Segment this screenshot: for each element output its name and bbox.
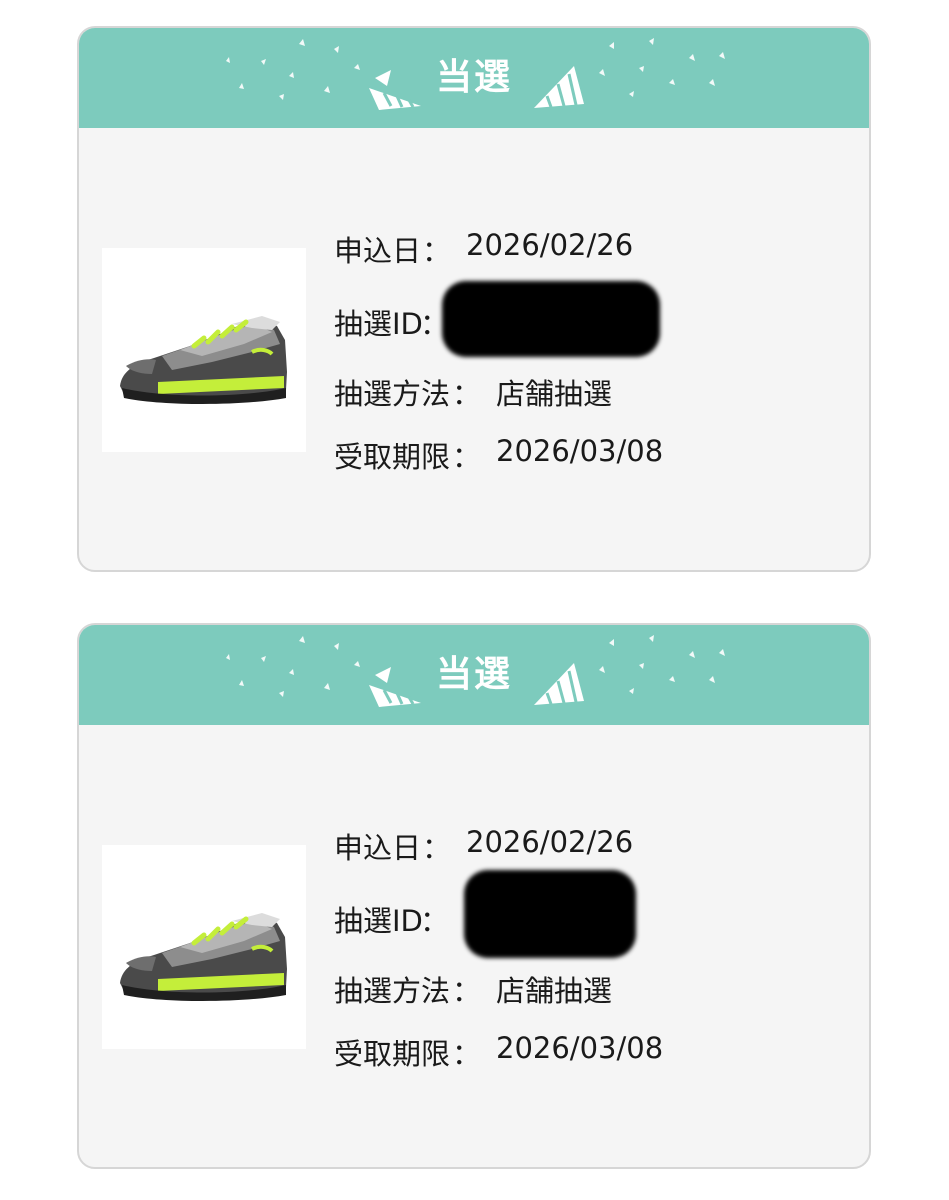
win-banner: 当選 — [79, 625, 869, 725]
lottery-id-label: 抽選ID — [334, 904, 423, 938]
pickup-deadline-label: 受取期限 — [334, 1037, 451, 1071]
application-date-label: 申込日 — [334, 831, 422, 865]
sneaker-image — [120, 316, 287, 404]
colon: ： — [452, 377, 482, 411]
colon: ： — [420, 904, 450, 938]
colon: ： — [452, 974, 482, 1008]
lottery-id-label: 抽選ID — [334, 307, 423, 341]
colon: ： — [452, 1037, 482, 1071]
lottery-method-label: 抽選方法 — [334, 377, 451, 411]
product-image[interactable] — [102, 845, 306, 1049]
win-banner: 当選 — [79, 28, 869, 128]
lottery-result-card: 当選 申込日 ： 2026/02/26 抽選ID ： 抽選方法 ： 店舗抽選 受… — [77, 623, 871, 1169]
colon: ： — [422, 234, 452, 268]
colon: ： — [452, 440, 482, 474]
win-title: 当選 — [435, 654, 512, 695]
lottery-method-value: 店舗抽選 — [496, 974, 613, 1008]
pickup-deadline-label: 受取期限 — [334, 440, 451, 474]
lottery-result-card: 当選 申込日 ： 2026/02/26 抽選ID ： 抽選方法 ： 店舗抽選 受… — [77, 26, 871, 572]
redacted-lottery-id — [442, 281, 660, 357]
colon: ： — [422, 831, 452, 865]
lottery-method-value: 店舗抽選 — [496, 377, 613, 411]
application-date-value: 2026/02/26 — [466, 825, 634, 859]
application-date-value: 2026/02/26 — [466, 228, 634, 262]
lottery-method-label: 抽選方法 — [334, 974, 451, 1008]
redacted-lottery-id — [464, 870, 636, 958]
product-image[interactable] — [102, 248, 306, 452]
win-title: 当選 — [435, 57, 512, 98]
application-date-label: 申込日 — [334, 234, 422, 268]
pickup-deadline-value: 2026/03/08 — [496, 1031, 664, 1065]
sneaker-image — [120, 913, 287, 1001]
pickup-deadline-value: 2026/03/08 — [496, 434, 664, 468]
